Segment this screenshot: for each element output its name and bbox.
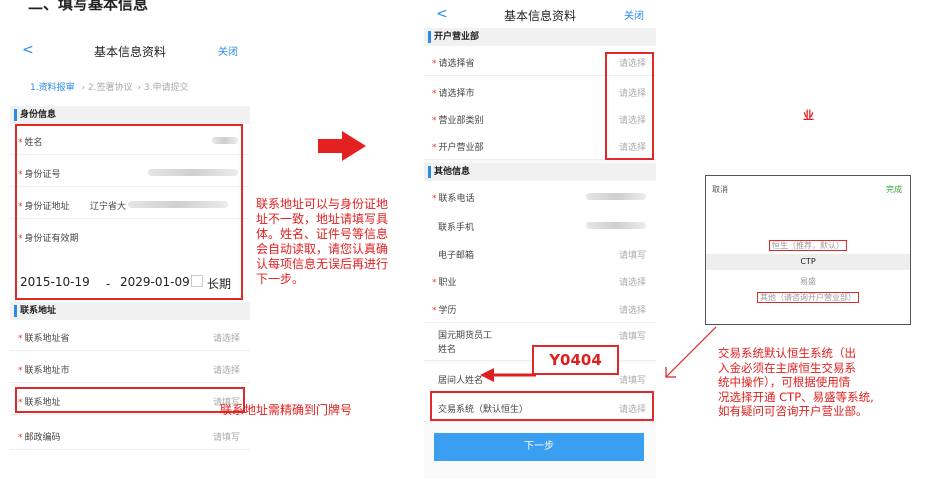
picker-option[interactable]: 恒生（推荐，默认） xyxy=(706,240,910,251)
education-row[interactable]: * 学历 请选择 xyxy=(424,293,656,323)
identity-highlight-box xyxy=(15,124,243,300)
intermediary-value: 请填写 xyxy=(618,376,646,386)
section-other-info: 其他信息 xyxy=(424,163,656,181)
required-mark: * xyxy=(432,194,437,204)
nav-bar: < 基本信息资料 关闭 xyxy=(424,0,656,29)
annotation-line: 如有疑问可咨询开户营业部。 xyxy=(718,404,868,418)
annotation-trade-system-note: 交易系统默认恒生系统（出 入金必须在主席恒生交易系 统中操作），可根据使用情 况… xyxy=(718,346,918,419)
page-heading: 二、填写基本信息 xyxy=(28,0,149,13)
step-2: › 2.签署协议 xyxy=(81,83,133,93)
annotation-line: 况选择开通 CTP、易盛等系统, xyxy=(718,389,874,404)
zip-code-label: 邮政编码 xyxy=(24,433,61,443)
phone-screen-basic-info-2: < 基本信息资料 关闭 开户营业部 * 请选择省 请选择 * 请选择市 请选择 * 营… xyxy=(424,0,656,478)
intermediary-label: 居间人姓名 xyxy=(438,376,484,386)
city-label: 请选择市 xyxy=(438,89,475,99)
y0404-label: Y0404 xyxy=(532,345,619,375)
contact-province-row[interactable]: * 联系地址省 请选择 xyxy=(10,321,250,351)
nav-title: 基本信息资料 xyxy=(93,45,166,59)
annotation-right-mark: 业 xyxy=(803,109,814,122)
nav-bar: < 基本信息资料 关闭 xyxy=(10,35,250,65)
annotation-line: 会自动读取，请您认真确 xyxy=(256,242,389,256)
trade-system-picker: 取消 完成 恒生（推荐，默认） CTP 易盛 其他（请咨询开户营业部） xyxy=(705,175,911,325)
mobile-row[interactable]: 联系手机 xyxy=(424,210,656,240)
email-value: 请填写 xyxy=(618,251,646,261)
phone-value-blurred xyxy=(586,193,646,200)
contact-address-highlight-box xyxy=(15,387,245,413)
annotation-line: 址不一致，地址请填写具 xyxy=(256,212,389,226)
required-mark: * xyxy=(432,306,437,316)
annotation-contact-address-note: 联系地址可以与身份证地 址不一致，地址请填写具 体。姓名、证件号等信息 会自动读… xyxy=(256,197,416,287)
dept-type-label: 营业部类别 xyxy=(438,116,484,126)
annotation-line: 体。姓名、证件号等信息 xyxy=(256,227,389,241)
job-value: 请选择 xyxy=(618,278,646,288)
required-mark: * xyxy=(432,116,437,126)
job-label: 职业 xyxy=(438,278,457,288)
section-identity-info: 身份信息 xyxy=(10,106,250,124)
job-row[interactable]: * 职业 请选择 xyxy=(424,265,656,295)
required-mark: * xyxy=(432,89,437,99)
annotation-line: 交易系统默认恒生系统（出 xyxy=(718,346,856,360)
staff-name-value: 请填写 xyxy=(618,332,646,342)
required-mark: * xyxy=(18,334,23,344)
required-mark: * xyxy=(18,366,23,376)
arrow-right-icon-head xyxy=(342,131,366,161)
contact-province-value: 请选择 xyxy=(212,334,240,344)
arrow-to-intermediary-icon xyxy=(480,368,536,382)
picker-cancel-button[interactable]: 取消 xyxy=(712,184,728,195)
section-contact-address: 联系地址 xyxy=(10,302,250,320)
contact-city-value: 请选择 xyxy=(212,366,240,376)
picker-option[interactable]: 易盛 xyxy=(706,276,910,287)
email-label: 电子邮箱 xyxy=(438,251,475,261)
zip-code-row[interactable]: * 邮政编码 请填写 xyxy=(10,420,250,450)
picker-option-selected[interactable]: CTP xyxy=(706,254,910,270)
annotation-line: 统中操作），可根据使用情 xyxy=(718,375,851,389)
annotation-line: 下一步。 xyxy=(256,272,305,286)
arrow-right-icon xyxy=(318,139,344,153)
province-label: 请选择省 xyxy=(438,59,475,69)
education-value: 请选择 xyxy=(618,306,646,316)
picker-option-other[interactable]: 其他（请咨询开户营业部） xyxy=(757,292,859,303)
step-1: 1.资料报审 xyxy=(30,83,75,93)
annotation-house-number-note: 联系地址需精确到门牌号 xyxy=(220,403,353,417)
annotation-line: 入金必须在主席恒生交易系 xyxy=(718,360,856,375)
staff-name-label-1: 国元期货员工 xyxy=(438,331,493,341)
picker-option-hengsheng[interactable]: 恒生（推荐，默认） xyxy=(769,240,847,251)
next-step-button[interactable]: 下一步 xyxy=(434,433,644,461)
step-indicator: 1.资料报审 › 2.签署协议 › 3.申请提交 xyxy=(30,80,188,93)
contact-city-label: 联系地址市 xyxy=(24,366,70,376)
close-button[interactable]: 关闭 xyxy=(218,43,238,58)
trade-system-highlight-box xyxy=(430,391,654,421)
contact-province-label: 联系地址省 xyxy=(24,334,70,344)
select-values-highlight-box xyxy=(605,52,654,160)
required-mark: * xyxy=(18,433,23,443)
zip-code-value: 请填写 xyxy=(212,433,240,443)
mobile-label: 联系手机 xyxy=(438,223,475,233)
section-open-branch: 开户营业部 xyxy=(424,28,656,46)
pointer-line xyxy=(665,326,717,378)
nav-title: 基本信息资料 xyxy=(503,9,576,23)
phone-screen-basic-info: < 基本信息资料 关闭 1.资料报审 › 2.签署协议 › 3.申请提交 身份信… xyxy=(10,35,250,455)
mobile-value-blurred xyxy=(586,222,646,229)
phone-row[interactable]: * 联系电话 xyxy=(424,181,656,211)
step-3: › 3.申请提交 xyxy=(137,83,189,93)
close-button[interactable]: 关闭 xyxy=(624,7,644,22)
phone-label: 联系电话 xyxy=(438,194,475,204)
email-row[interactable]: 电子邮箱 请填写 xyxy=(424,238,656,268)
education-label: 学历 xyxy=(438,306,457,316)
open-dept-label: 开户营业部 xyxy=(438,143,484,153)
staff-name-label-2: 姓名 xyxy=(438,345,457,355)
required-mark: * xyxy=(432,278,437,288)
required-mark: * xyxy=(432,143,437,153)
picker-option[interactable]: 其他（请咨询开户营业部） xyxy=(706,292,910,303)
required-mark: * xyxy=(432,59,437,69)
annotation-line: 认每项信息无误后再进行 xyxy=(256,257,389,271)
picker-done-button[interactable]: 完成 xyxy=(886,184,902,195)
contact-city-row[interactable]: * 联系地址市 请选择 xyxy=(10,353,250,383)
annotation-line: 联系地址可以与身份证地 xyxy=(256,197,389,211)
